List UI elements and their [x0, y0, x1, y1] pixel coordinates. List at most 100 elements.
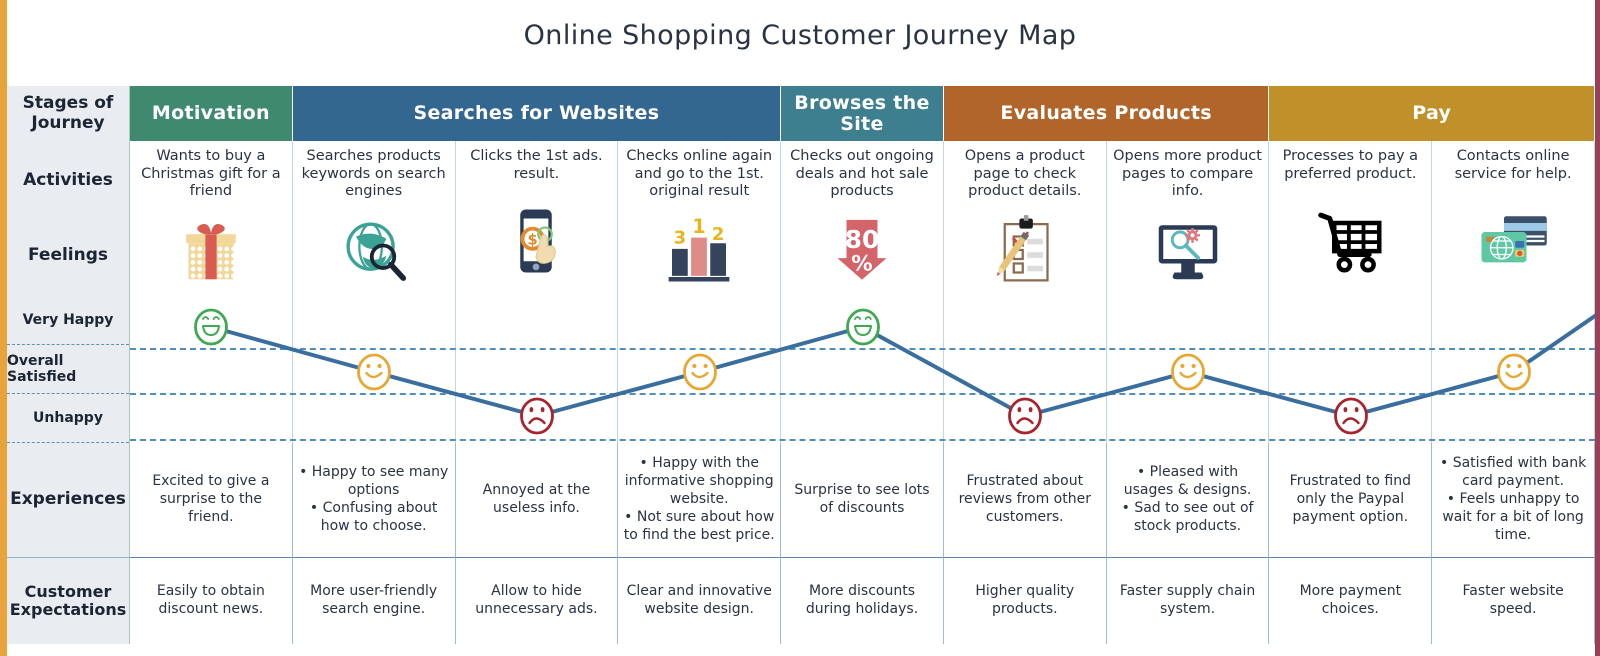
stage-header-evaluates-products[interactable]: Evaluates Products [943, 86, 1270, 141]
experience-item: Happy to see many options [298, 464, 450, 500]
discount-80-percent-arrow-icon: 80% [786, 207, 938, 292]
activity-cell: Contacts online service for help. [1432, 141, 1595, 296]
experience-text: Frustrated about reviews from other cust… [958, 473, 1091, 525]
experience-cell: Frustrated to find only the Paypal payme… [1269, 443, 1433, 558]
experience-list: Pleased with usages & designs.Sad to see… [1112, 464, 1264, 536]
experience-item: Confusing about how to choose. [298, 500, 450, 536]
stage-header-label: Browses the Site [794, 91, 930, 135]
experience-cell: Frustrated about reviews from other cust… [943, 443, 1107, 558]
experience-list: Happy with the informative shopping webs… [623, 455, 775, 545]
experience-cell: Excited to give a surprise to the friend… [130, 443, 293, 558]
experiences-row-label: Experiences [7, 443, 130, 558]
experience-cell: Pleased with usages & designs.Sad to see… [1106, 443, 1270, 558]
expectation-text: Faster supply chain system. [1119, 583, 1256, 617]
journey-map-page: Online Shopping Customer Journey Map Sta… [0, 0, 1600, 656]
svg-text:2: 2 [712, 223, 725, 244]
feeling-cell [455, 296, 619, 443]
expectation-cell: More payment choices. [1269, 558, 1433, 644]
svg-text:80: 80 [845, 224, 879, 253]
experience-list: Happy to see many optionsConfusing about… [298, 464, 450, 536]
experience-cell: Annoyed at the useless info. [455, 443, 619, 558]
experience-text: Surprise to see lots of discounts [794, 482, 930, 516]
expectation-text: Faster website speed. [1462, 583, 1564, 617]
clipboard-checklist-pencil-icon [949, 207, 1101, 292]
activity-cell: Searches products keywords on search eng… [292, 141, 456, 296]
globe-search-icon [298, 207, 450, 292]
experience-cell: Satisfied with bank card payment.Feels u… [1432, 443, 1595, 558]
experience-item: Happy with the informative shopping webs… [623, 455, 775, 509]
ranking-bar-chart-icon: 312 [623, 207, 775, 292]
expectation-text: Allow to hide unnecessary ads. [475, 583, 598, 617]
feeling-cell [130, 296, 293, 443]
expectation-text: Higher quality products. [975, 583, 1075, 617]
activity-text: Clicks the 1st ads. result. [470, 148, 603, 182]
svg-text:3: 3 [674, 227, 687, 248]
feeling-level-label: Unhappy [7, 394, 129, 443]
page-title: Online Shopping Customer Journey Map [523, 20, 1077, 51]
expectation-text: Clear and innovative website design. [626, 583, 772, 617]
feeling-cell [943, 296, 1107, 443]
stage-header-motivation[interactable]: Motivation [130, 86, 293, 141]
experience-item: Sad to see out of stock products. [1112, 500, 1264, 536]
expectation-cell: Easily to obtain discount news. [130, 558, 293, 644]
shopping-cart-icon [1274, 189, 1426, 292]
svg-text:%: % [851, 251, 872, 276]
expectation-cell: Higher quality products. [943, 558, 1107, 644]
phone-payment-tap-icon: $ [461, 189, 613, 292]
experience-item: Pleased with usages & designs. [1112, 464, 1264, 500]
expectation-text: More payment choices. [1299, 583, 1402, 617]
activity-text: Opens a product page to check product de… [964, 148, 1085, 200]
feeling-cell [292, 296, 456, 443]
expectation-text: More discounts during holidays. [805, 583, 919, 617]
feeling-cell [781, 296, 944, 443]
expectation-cell: Clear and innovative website design. [618, 558, 782, 644]
experience-text: Excited to give a surprise to the friend… [152, 473, 270, 525]
gift-box-icon [135, 207, 287, 292]
stage-header-browses-the-site[interactable]: Browses the Site [781, 86, 944, 141]
feelings-label-text: Feelings [27, 245, 109, 266]
journey-map-table: Stages of Journey Motivation Searches for … [7, 86, 1595, 649]
svg-text:$: $ [528, 231, 538, 248]
feeling-level-label: Very Happy [7, 296, 129, 345]
activity-text: Processes to pay a preferred product. [1282, 148, 1419, 182]
stage-header-searches-for-websites[interactable]: Searches for Websites [292, 86, 782, 141]
expectations-row-label: Customer Expectations [7, 558, 130, 644]
activity-text: Contacts online service for help. [1454, 148, 1572, 182]
feeling-cell [1106, 296, 1270, 443]
stage-header-label: Pay [1412, 102, 1452, 125]
feeling-cell [618, 296, 782, 443]
activity-text: Searches products keywords on search eng… [301, 148, 446, 200]
activity-cell: Clicks the 1st ads. result. $ [455, 141, 619, 296]
expectation-cell: Faster website speed. [1432, 558, 1595, 644]
experiences-label-text: Experiences [10, 489, 126, 510]
experience-cell: Surprise to see lots of discounts [781, 443, 944, 558]
experience-cell: Happy to see many optionsConfusing about… [292, 443, 456, 558]
expectation-cell: Faster supply chain system. [1106, 558, 1270, 644]
stages-of-journey-label: Stages of Journey [7, 86, 130, 141]
svg-text:1: 1 [693, 215, 706, 238]
experience-item: Not sure about how to find the best pric… [623, 509, 775, 545]
activity-text: Checks online again and go to the 1st. o… [626, 148, 773, 200]
activity-text: Checks out ongoing deals and hot sale pr… [790, 148, 934, 200]
activity-cell: Processes to pay a preferred product. [1269, 141, 1433, 296]
feeling-cell [1269, 296, 1433, 443]
stage-header-label: Searches for Websites [413, 102, 660, 125]
activity-cell: Opens more product pages to compare info… [1106, 141, 1270, 296]
expectation-text: Easily to obtain discount news. [156, 583, 265, 617]
experience-text: Annoyed at the useless info. [482, 482, 591, 516]
expectation-text: More user-friendly search engine. [310, 583, 438, 617]
feeling-cell [1432, 296, 1595, 443]
activity-cell: Wants to buy a Christmas gift for a frie… [130, 141, 293, 296]
experience-text: Frustrated to find only the Paypal payme… [1289, 473, 1411, 525]
experience-cell: Happy with the informative shopping webs… [618, 443, 782, 558]
feeling-scale-labels: Very Happy Overall Satisfied Unhappy [7, 296, 130, 443]
activity-cell: Checks online again and go to the 1st. o… [618, 141, 782, 296]
monitor-search-icon [1112, 207, 1264, 292]
activity-text: Wants to buy a Christmas gift for a frie… [141, 148, 281, 200]
stage-header-pay[interactable]: Pay [1269, 86, 1595, 141]
expectation-cell: More user-friendly search engine. [292, 558, 456, 644]
experience-item: Satisfied with bank card payment. [1437, 455, 1589, 491]
stage-header-label: Motivation [151, 102, 270, 125]
stages-of-journey-text: Stages of Journey [22, 92, 114, 133]
activity-cell: Checks out ongoing deals and hot sale pr… [781, 141, 944, 296]
